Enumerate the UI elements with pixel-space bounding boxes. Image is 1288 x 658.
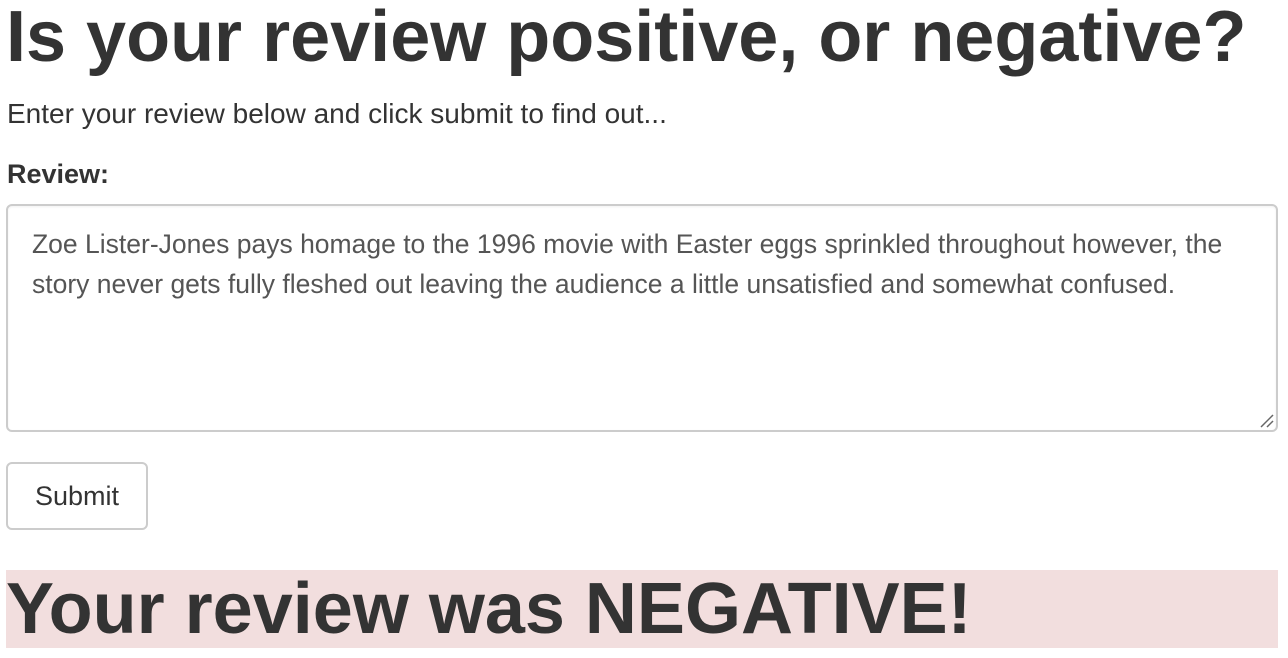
resize-grip-icon[interactable] [1258, 412, 1274, 428]
result-banner: Your review was NEGATIVE! [6, 569, 1278, 649]
page-title: Is your review positive, or negative? [6, 0, 1247, 77]
review-text: Zoe Lister-Jones pays homage to the 1996… [32, 229, 1223, 299]
result-text: Your review was NEGATIVE! [6, 569, 972, 649]
page: Is your review positive, or negative? En… [0, 0, 1288, 658]
submit-button[interactable]: Submit [6, 462, 148, 530]
review-label: Review: [7, 159, 110, 189]
review-textarea[interactable]: Zoe Lister-Jones pays homage to the 1996… [6, 204, 1278, 432]
page-instructions: Enter your review below and click submit… [7, 98, 667, 129]
